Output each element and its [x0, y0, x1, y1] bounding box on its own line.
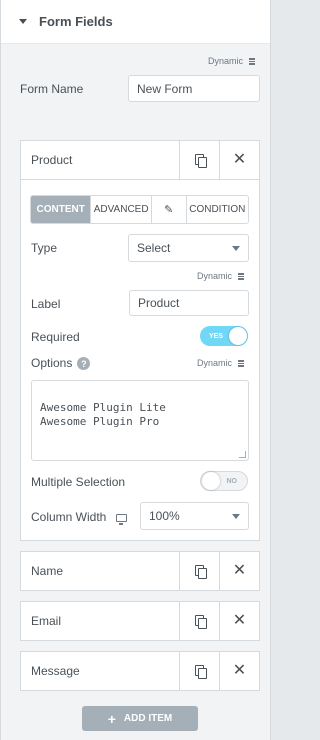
options-label: Options?: [31, 356, 91, 371]
type-select[interactable]: Select: [128, 234, 249, 262]
repeater-item-title: Product: [31, 153, 73, 167]
duplicate-button[interactable]: [179, 652, 219, 690]
repeater-item-title: Message: [31, 664, 80, 678]
tab-condition[interactable]: CONDITION: [186, 196, 248, 223]
remove-button[interactable]: ✕: [219, 652, 259, 690]
chevron-down-icon: [232, 514, 240, 519]
toggle-knob: [202, 472, 220, 490]
resize-handle[interactable]: [239, 451, 246, 458]
multiple-selection-label: Multiple Selection: [31, 475, 126, 489]
remove-button[interactable]: ✕: [219, 602, 259, 640]
duplicate-button[interactable]: [179, 141, 219, 179]
dynamic-tag-form-name[interactable]: Dynamic: [208, 56, 256, 66]
caret-down-icon: [19, 19, 27, 24]
required-toggle[interactable]: YES: [200, 326, 248, 346]
repeater-item-title: Email: [31, 614, 62, 628]
form-name-label: Form Name: [20, 82, 84, 96]
chevron-down-icon: [232, 246, 240, 251]
label-label: Label: [31, 297, 61, 311]
remove-button[interactable]: ✕: [219, 552, 259, 590]
dynamic-tag-label[interactable]: Dynamic: [197, 271, 245, 281]
tab-content[interactable]: CONTENT: [31, 196, 92, 223]
close-icon: ✕: [232, 562, 247, 579]
close-icon: ✕: [232, 612, 247, 629]
column-width-label: Column Width: [31, 510, 128, 525]
section-header[interactable]: Form Fields: [1, 0, 270, 44]
copy-icon: [194, 615, 207, 629]
label-input[interactable]: Product: [129, 290, 249, 316]
form-name-input[interactable]: New Form: [128, 75, 260, 102]
required-label: Required: [31, 330, 80, 344]
toggle-knob: [229, 327, 247, 345]
column-width-select[interactable]: 100%: [140, 502, 249, 530]
repeater-item-name[interactable]: Name ✕: [20, 551, 260, 591]
type-label: Type: [31, 241, 58, 255]
database-icon: [238, 359, 245, 367]
settings-tabs: CONTENT ADVANCED ✎ CONDITION: [30, 195, 249, 224]
add-item-button[interactable]: + ADD ITEM: [82, 706, 198, 731]
form-fields-panel: Form Fields Dynamic Form Name New Form P…: [0, 0, 271, 740]
close-icon: ✕: [232, 151, 247, 168]
remove-button[interactable]: ✕: [219, 141, 259, 179]
help-icon[interactable]: ?: [77, 357, 91, 371]
copy-icon: [194, 665, 207, 679]
tab-style[interactable]: ✎: [151, 196, 187, 223]
database-icon: [238, 272, 245, 280]
database-icon: [249, 57, 256, 65]
options-textarea[interactable]: Awesome Plugin Lite Awesome Plugin Pro: [31, 380, 249, 461]
copy-icon: [194, 565, 207, 579]
repeater-item-product[interactable]: Product ✕: [20, 140, 260, 180]
repeater-item-title: Name: [31, 564, 64, 578]
close-icon: ✕: [232, 662, 247, 679]
desktop-icon[interactable]: [116, 513, 128, 525]
dynamic-tag-options[interactable]: Dynamic: [197, 358, 245, 368]
plus-icon: +: [107, 710, 116, 727]
duplicate-button[interactable]: [179, 602, 219, 640]
copy-icon: [194, 154, 207, 168]
section-title: Form Fields: [39, 14, 113, 29]
duplicate-button[interactable]: [179, 552, 219, 590]
magic-wand-icon: ✎: [164, 204, 174, 216]
tab-advanced[interactable]: ADVANCED: [91, 196, 152, 223]
repeater-item-message[interactable]: Message ✕: [20, 651, 260, 691]
repeater-item-email[interactable]: Email ✕: [20, 601, 260, 641]
multiple-selection-toggle[interactable]: NO: [200, 471, 248, 491]
